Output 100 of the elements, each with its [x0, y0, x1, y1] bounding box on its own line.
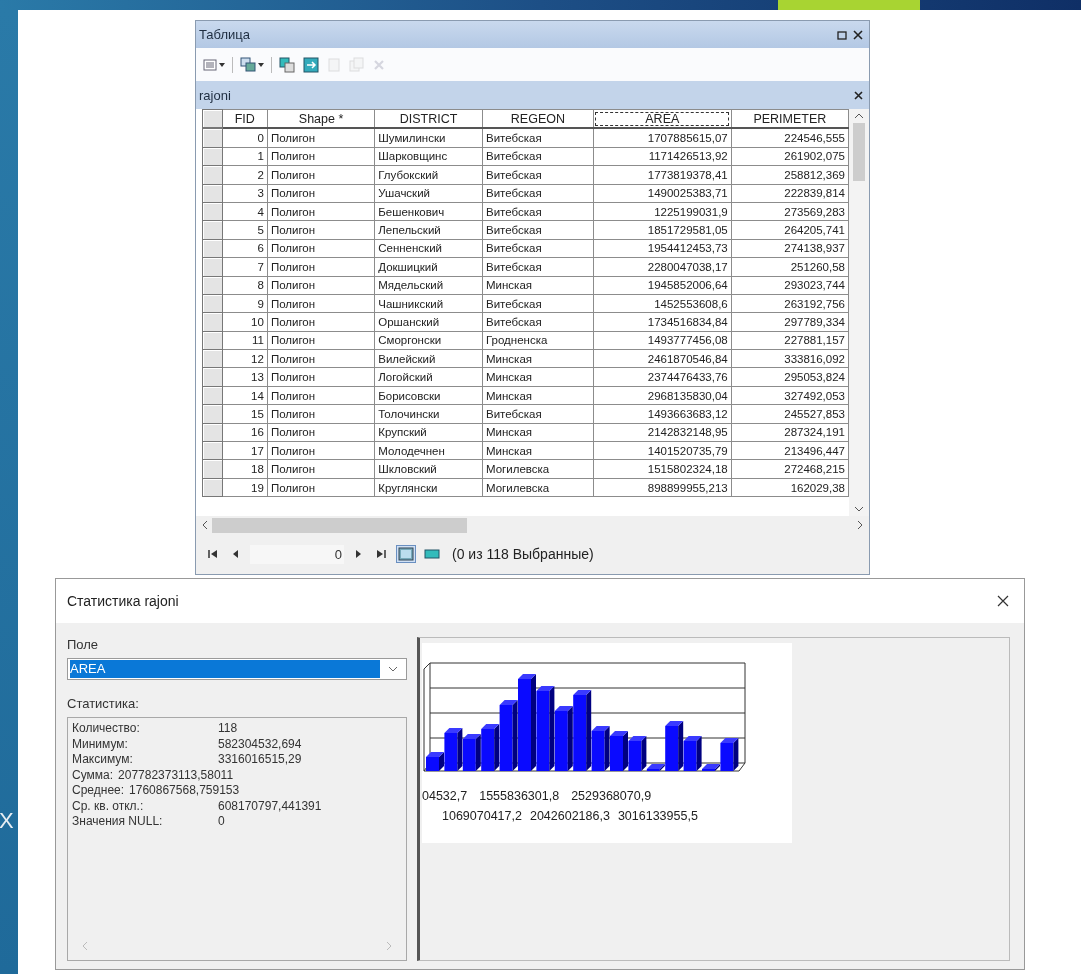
view-toggle-button[interactable]: [422, 547, 442, 561]
table-cell: Полигон: [267, 294, 375, 313]
column-header[interactable]: DISTRICT: [374, 109, 483, 129]
table-cell: 0: [222, 128, 268, 148]
copy-icon: [349, 56, 365, 73]
row-header-cell: [202, 109, 223, 129]
table-cell: Полигон: [267, 404, 375, 424]
histogram-bar: [610, 731, 628, 771]
list-icon: [203, 57, 217, 72]
table-cell: 263192,756: [731, 294, 849, 313]
table-cell: 1945852006,64: [593, 276, 732, 295]
table-cell: Полигон: [267, 147, 375, 166]
stat-value: 608170797,441391: [218, 798, 322, 814]
table-tab[interactable]: rajoni: [196, 81, 869, 109]
column-header[interactable]: Shape *: [267, 109, 375, 129]
column-header[interactable]: PERIMETER: [731, 109, 849, 129]
table-cell: Витебская: [482, 257, 594, 276]
table-cell: Минская: [482, 386, 594, 405]
toolbar-button[interactable]: [276, 54, 298, 75]
table-cell: 2142832148,95: [593, 423, 732, 442]
table-cell: Витебская: [482, 404, 594, 424]
dropdown-caret-icon: [258, 62, 264, 67]
table-cell: 2374476433,76: [593, 367, 732, 387]
scroll-down-icon[interactable]: [854, 506, 864, 512]
axis-label: 1069070417,2: [442, 809, 522, 823]
stat-value: 0: [218, 814, 225, 830]
scroll-thumb[interactable]: [212, 517, 467, 533]
table-cell: Витебская: [482, 184, 594, 203]
toolbar-button[interactable]: [237, 54, 267, 75]
vertical-scrollbar[interactable]: [849, 109, 869, 516]
previous-record-icon[interactable]: [232, 550, 240, 558]
table-cell: 17: [222, 441, 268, 460]
record-field[interactable]: 0: [250, 544, 344, 564]
table-cell: Полигон: [267, 331, 375, 350]
table-cell: 222839,814: [731, 184, 849, 203]
table-cell: 2280047038,17: [593, 257, 732, 276]
table-cell: 251260,58: [731, 257, 849, 276]
table-cell: 2968135830,04: [593, 386, 732, 405]
table-cell: Чашникский: [374, 294, 483, 313]
table-cell: 1493777456,08: [593, 331, 732, 350]
column-header[interactable]: REGEON: [482, 109, 594, 129]
table-cell: Полигон: [267, 441, 375, 460]
stat-label: Сумма:: [72, 767, 114, 783]
next-record-icon[interactable]: [354, 550, 362, 558]
table-cell: 1851729581,05: [593, 220, 732, 240]
table-cell: 11: [222, 331, 268, 350]
table-cell: 15: [222, 404, 268, 424]
table-cell: Полигон: [267, 128, 375, 148]
table-cell: 14: [222, 386, 268, 405]
table-cell: Полигон: [267, 257, 375, 276]
table-cell: Полигон: [267, 367, 375, 387]
table-cell: 1515802324,18: [593, 459, 732, 479]
table-cell: Глубокский: [374, 165, 483, 185]
table-cell: Толочински: [374, 404, 483, 424]
close-icon[interactable]: [854, 90, 863, 100]
toolbar-button[interactable]: [300, 54, 322, 75]
table-cell: 295053,824: [731, 367, 849, 387]
close-icon[interactable]: [853, 29, 863, 40]
scroll-left-icon[interactable]: [202, 520, 208, 530]
stat-label: Максимум:: [72, 752, 134, 768]
table-cell: 19: [222, 478, 268, 497]
table-cell: Молодечнен: [374, 441, 483, 460]
view-toggle-button[interactable]: [396, 545, 416, 563]
close-icon[interactable]: [996, 594, 1010, 608]
table-cell: Полигон: [267, 202, 375, 221]
table-cell: Полигон: [267, 478, 375, 497]
table-cell: 162029,38: [731, 478, 849, 497]
table-icon: [327, 57, 341, 72]
table-cell: 1171426513,92: [593, 147, 732, 166]
scroll-up-icon[interactable]: [854, 113, 864, 119]
scroll-thumb[interactable]: [853, 123, 865, 181]
table-cell: 245527,853: [731, 404, 849, 424]
restore-icon[interactable]: [837, 29, 847, 40]
table-cell: Сенненский: [374, 239, 483, 258]
field-dropdown[interactable]: AREA: [67, 658, 407, 680]
table-cell: 1490025383,71: [593, 184, 732, 203]
table-cell: 1773819378,41: [593, 165, 732, 185]
last-record-icon[interactable]: [376, 550, 386, 558]
stat-value: 1760867568,759153: [129, 783, 240, 799]
table-cell: Витебская: [482, 220, 594, 240]
table-cell: Полигон: [267, 276, 375, 295]
table-cell: Полигон: [267, 165, 375, 185]
selection-status: (0 из 118 Выбранные): [452, 546, 594, 562]
first-record-icon[interactable]: [208, 550, 218, 558]
table-cell: 5: [222, 220, 268, 240]
table-cell: Докшицкий: [374, 257, 483, 276]
column-header[interactable]: FID: [222, 109, 268, 129]
scroll-right-icon[interactable]: [857, 520, 863, 530]
table-cell: 2461870546,84: [593, 349, 732, 368]
table-cell: Крупский: [374, 423, 483, 442]
table-cell: 1954412453,73: [593, 239, 732, 258]
delete-icon: [373, 58, 385, 71]
table-cell: Полигон: [267, 312, 375, 332]
table-cell: Витебская: [482, 147, 594, 166]
axis-label: 2042602186,3: [529, 809, 610, 823]
stat-value: 118: [218, 721, 238, 737]
stat-value: 3316016515,29: [218, 752, 302, 768]
column-header[interactable]: AREA: [593, 109, 732, 129]
table-cell: Мядельский: [374, 276, 483, 295]
table-cell: 1225199031,9: [593, 202, 732, 221]
